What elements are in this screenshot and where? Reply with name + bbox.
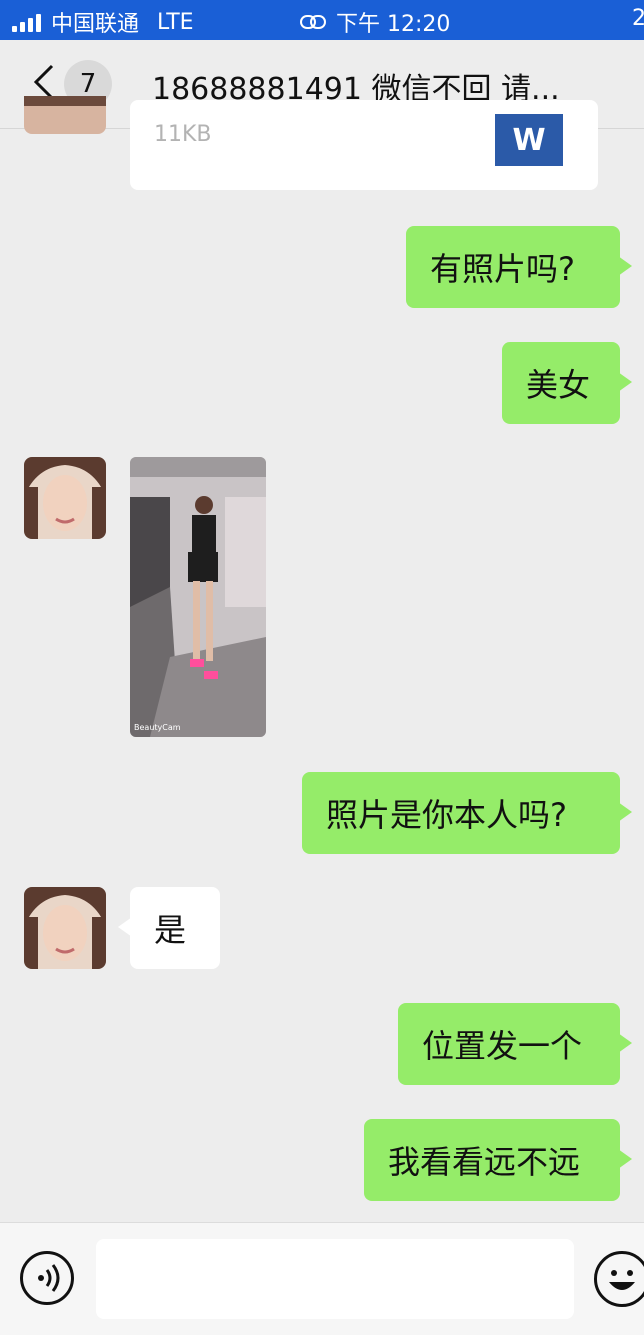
message-bubble-outgoing[interactable]: 我看看远不远 (364, 1119, 632, 1201)
file-size: 11KB (154, 122, 212, 147)
contact-avatar[interactable] (24, 96, 106, 134)
link-icon (300, 15, 326, 29)
status-left: 中国联通 LTE (12, 6, 194, 38)
emoji-icon (609, 1270, 635, 1290)
photo-image (130, 457, 266, 737)
input-bar (0, 1222, 644, 1335)
photo-watermark: BeautyCam (134, 723, 181, 732)
file-message[interactable]: 11KB W (130, 100, 598, 190)
message-bubble-outgoing[interactable]: 位置发一个 (398, 1003, 632, 1085)
message-text: 我看看远不远 (388, 1143, 581, 1181)
message-input[interactable] (96, 1239, 574, 1319)
message-text: 是 (154, 911, 187, 949)
message-text: 位置发一个 (422, 1027, 583, 1065)
message-bubble-outgoing[interactable]: 美女 (502, 342, 632, 424)
message-text: 照片是你本人吗? (326, 796, 567, 834)
emoji-button[interactable] (594, 1251, 644, 1307)
word-file-icon: W (495, 114, 563, 166)
voice-input-button[interactable] (20, 1251, 74, 1305)
contact-avatar[interactable] (24, 457, 106, 539)
signal-icon (12, 12, 41, 32)
message-bubble-outgoing[interactable]: 有照片吗? (406, 226, 632, 308)
photo-message[interactable]: BeautyCam (130, 457, 266, 737)
status-time-group: 下午 12:20 (300, 6, 450, 38)
network-label: LTE (157, 9, 194, 35)
carrier-label: 中国联通 (51, 12, 140, 37)
message-bubble-outgoing[interactable]: 照片是你本人吗? (302, 772, 632, 854)
message-text: 有照片吗? (430, 250, 575, 288)
status-bar: 中国联通 LTE 下午 12:20 2 (0, 0, 644, 40)
contact-avatar[interactable] (24, 887, 106, 969)
voice-icon (38, 1264, 60, 1292)
clock: 下午 12:20 (336, 12, 451, 37)
message-text: 美女 (526, 366, 591, 404)
message-bubble-incoming[interactable]: 是 (118, 887, 220, 969)
status-right: 2 (632, 6, 644, 31)
